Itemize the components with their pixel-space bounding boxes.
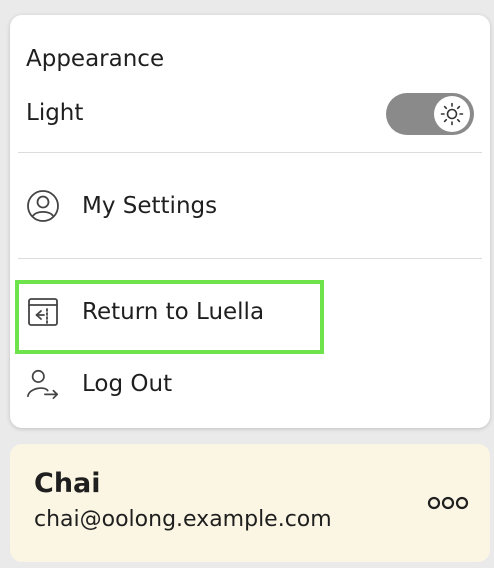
divider xyxy=(18,152,482,153)
return-panel-icon xyxy=(26,295,60,329)
my-settings-label: My Settings xyxy=(82,193,218,219)
my-settings-item[interactable]: My Settings xyxy=(26,181,466,231)
return-to-luella-item[interactable]: Return to Luella xyxy=(26,287,466,337)
appearance-heading: Appearance xyxy=(26,46,165,72)
more-options-button[interactable] xyxy=(426,486,470,520)
log-out-label: Log Out xyxy=(82,371,173,397)
divider xyxy=(18,258,482,259)
user-circle-icon xyxy=(26,189,60,223)
user-card[interactable]: Chai chai@oolong.example.com xyxy=(10,444,490,562)
user-menu-popover: Appearance Light My Settings Return to L… xyxy=(10,15,490,428)
logout-icon xyxy=(26,367,60,401)
toggle-knob xyxy=(434,96,470,132)
sun-icon xyxy=(440,102,464,126)
theme-row: Light xyxy=(26,93,474,135)
user-name: Chai xyxy=(34,468,101,499)
return-to-luella-label: Return to Luella xyxy=(82,299,265,325)
theme-label: Light xyxy=(26,100,84,126)
theme-toggle[interactable] xyxy=(386,93,474,135)
log-out-item[interactable]: Log Out xyxy=(26,359,466,409)
more-options-icon xyxy=(427,496,469,510)
user-email: chai@oolong.example.com xyxy=(34,507,332,532)
